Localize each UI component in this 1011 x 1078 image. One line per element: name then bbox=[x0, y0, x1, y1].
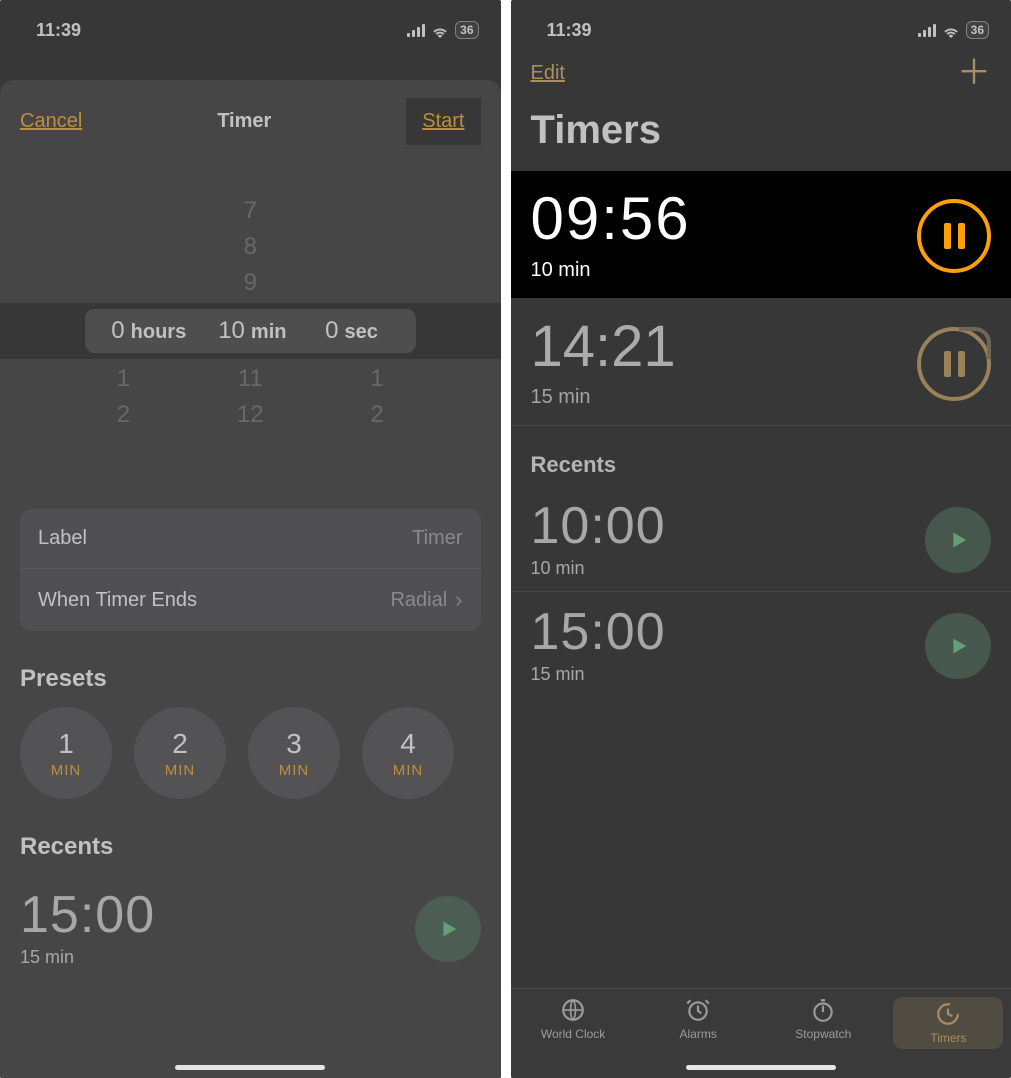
tab-stopwatch[interactable]: Stopwatch bbox=[768, 997, 878, 1041]
tab-timers[interactable]: Timers bbox=[893, 997, 1003, 1049]
active-timer[interactable]: 09:56 10 min bbox=[511, 171, 1011, 298]
screenshot-left: 11:39 36 Cancel Timer Start 789 bbox=[0, 0, 501, 1078]
pause-button[interactable] bbox=[917, 199, 991, 273]
battery-icon: 36 bbox=[966, 21, 989, 39]
presets-title: Presets bbox=[20, 665, 501, 693]
preset-4min[interactable]: 4MIN bbox=[362, 707, 454, 799]
recents-title: Recents bbox=[511, 426, 1011, 486]
pause-button[interactable] bbox=[917, 327, 991, 401]
tab-alarms[interactable]: Alarms bbox=[643, 997, 753, 1041]
hours-value[interactable]: 0 bbox=[105, 317, 125, 345]
edit-button[interactable]: Edit bbox=[531, 62, 565, 85]
recent-item[interactable]: 15:00 15 min bbox=[511, 592, 1011, 697]
pause-icon bbox=[944, 223, 965, 249]
status-time: 11:39 bbox=[36, 20, 81, 41]
pause-icon bbox=[944, 351, 965, 377]
status-time: 11:39 bbox=[547, 20, 592, 41]
wifi-icon bbox=[431, 23, 449, 37]
seconds-value[interactable]: 0 bbox=[318, 317, 338, 345]
screenshot-right: 11:39 36 Edit ＋ Timers 09:56 10 min bbox=[511, 0, 1011, 1078]
running-timer-2[interactable]: 14:21 15 min bbox=[511, 298, 1011, 426]
active-sub: 10 min bbox=[531, 259, 691, 282]
play-icon[interactable] bbox=[925, 613, 991, 679]
preset-3min[interactable]: 3MIN bbox=[248, 707, 340, 799]
when-ends-row[interactable]: When Timer Ends Radial› bbox=[20, 568, 481, 631]
timer-settings: Label Timer When Timer Ends Radial› bbox=[20, 509, 481, 631]
duration-picker[interactable]: 789 0hours 10min 0sec 12 1112 12 bbox=[0, 193, 501, 433]
add-button[interactable]: ＋ bbox=[957, 56, 991, 90]
status-bar: 11:39 36 bbox=[0, 0, 501, 50]
play-icon[interactable] bbox=[925, 507, 991, 573]
status-bar: 11:39 36 bbox=[511, 0, 1011, 50]
play-icon[interactable] bbox=[415, 896, 481, 962]
chevron-right-icon: › bbox=[455, 587, 462, 613]
sheet-title: Timer bbox=[217, 110, 271, 133]
label-row[interactable]: Label Timer bbox=[20, 509, 481, 568]
cancel-button[interactable]: Cancel bbox=[20, 110, 82, 133]
recents-title: Recents bbox=[20, 833, 501, 861]
timer-sheet: Cancel Timer Start 789 0hours 10min 0sec… bbox=[0, 80, 501, 1078]
start-button[interactable]: Start bbox=[406, 98, 480, 145]
preset-1min[interactable]: 1MIN bbox=[20, 707, 112, 799]
cellular-icon bbox=[918, 23, 936, 37]
tab-world-clock[interactable]: World Clock bbox=[518, 997, 628, 1041]
home-indicator bbox=[686, 1065, 836, 1070]
wifi-icon bbox=[942, 23, 960, 37]
minutes-value[interactable]: 10 bbox=[218, 317, 245, 345]
active-time: 09:56 bbox=[531, 189, 691, 249]
recent-item[interactable]: 15:00 15 min bbox=[0, 875, 501, 980]
page-title: Timers bbox=[511, 90, 1011, 171]
recent-item[interactable]: 10:00 10 min bbox=[511, 486, 1011, 592]
cellular-icon bbox=[407, 23, 425, 37]
battery-icon: 36 bbox=[455, 21, 478, 39]
preset-2min[interactable]: 2MIN bbox=[134, 707, 226, 799]
home-indicator bbox=[175, 1065, 325, 1070]
